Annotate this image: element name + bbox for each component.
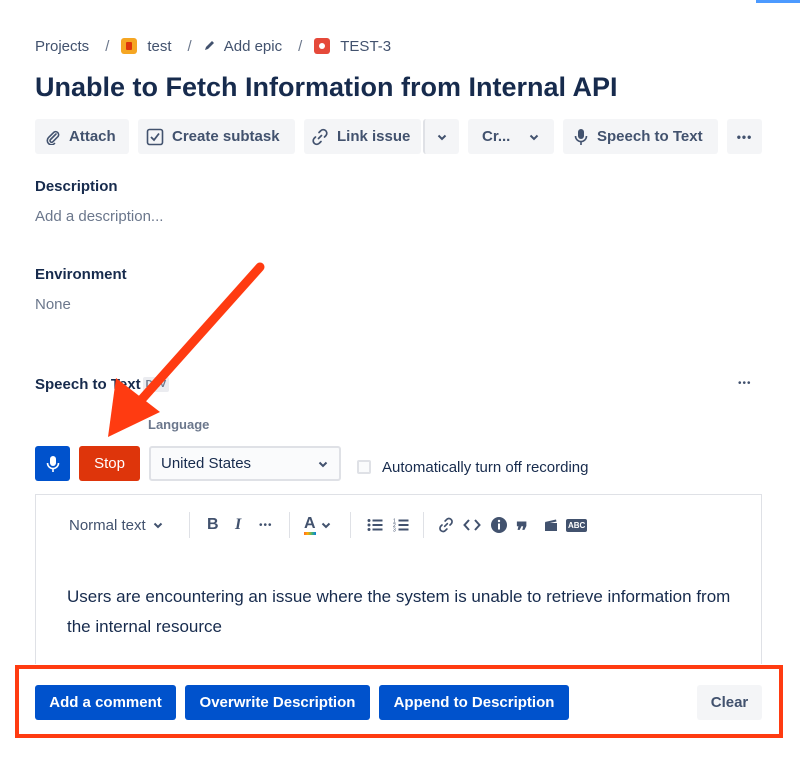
- record-button[interactable]: [35, 446, 70, 481]
- breadcrumb-project-label: test: [147, 37, 172, 55]
- more-formatting-button[interactable]: •••: [259, 515, 273, 535]
- toolbar-divider: [289, 512, 290, 538]
- annotation-arrow: [108, 262, 265, 437]
- window-corner-accent: [756, 0, 800, 3]
- bullet-list-icon: [367, 519, 383, 531]
- toolbar-divider: [423, 512, 424, 538]
- speech-to-text-label: Speech to Text: [597, 128, 703, 145]
- text-color-button[interactable]: A: [304, 515, 332, 535]
- issue-title[interactable]: Unable to Fetch Information from Interna…: [35, 72, 618, 103]
- append-description-button[interactable]: Append to Description: [379, 685, 569, 720]
- toolbar-divider: [189, 512, 190, 538]
- text-style-dropdown[interactable]: Normal text: [69, 515, 164, 535]
- quote-button[interactable]: ❞: [516, 515, 528, 543]
- add-comment-button[interactable]: Add a comment: [35, 685, 176, 720]
- more-actions-button[interactable]: •••: [727, 119, 762, 154]
- quote-icon: ❞: [516, 518, 528, 543]
- microphone-icon: [46, 455, 59, 472]
- spellcheck-button[interactable]: ABC: [566, 515, 588, 535]
- microphone-icon: [574, 128, 588, 145]
- breadcrumb-project[interactable]: test: [121, 37, 172, 55]
- link-icon: [312, 128, 328, 145]
- breadcrumb-projects[interactable]: Projects: [35, 38, 89, 55]
- project-icon: [121, 38, 138, 54]
- breadcrumb-issue[interactable]: TEST-3: [314, 38, 391, 55]
- abc-icon: ABC: [566, 518, 588, 532]
- environment-value[interactable]: None: [35, 296, 71, 313]
- bullet-list-button[interactable]: [367, 515, 383, 535]
- italic-button[interactable]: I: [235, 515, 241, 535]
- code-icon: [463, 519, 481, 531]
- more-icon: •••: [736, 129, 753, 144]
- create-subtask-button[interactable]: Create subtask: [138, 119, 295, 154]
- breadcrumb-separator: /: [187, 37, 192, 55]
- bug-icon: [314, 38, 331, 54]
- code-button[interactable]: [463, 515, 481, 535]
- breadcrumb-separator: /: [105, 37, 110, 55]
- breadcrumb-add-epic-label: Add epic: [223, 37, 283, 55]
- breadcrumb: Projects / test / Add epic / TEST-3: [35, 34, 391, 58]
- info-icon: [491, 517, 507, 533]
- insert-action-button[interactable]: [544, 515, 558, 535]
- chevron-down-icon: [153, 522, 162, 529]
- editor-content[interactable]: Users are encountering an issue where th…: [67, 582, 747, 642]
- create-dropdown-button[interactable]: Cr...: [468, 119, 554, 154]
- insert-link-button[interactable]: [438, 515, 454, 535]
- chevron-down-icon: [321, 522, 330, 529]
- description-placeholder[interactable]: Add a description...: [35, 208, 163, 225]
- breadcrumb-add-epic[interactable]: Add epic: [204, 38, 282, 55]
- clapperboard-icon: [545, 519, 557, 531]
- svg-text:3: 3: [393, 528, 396, 533]
- text-style-label: Normal text: [69, 516, 146, 534]
- link-icon: [439, 517, 453, 533]
- chevron-down-icon: [318, 461, 328, 467]
- link-issue-label: Link issue: [337, 128, 411, 145]
- pencil-icon: [204, 39, 216, 54]
- link-issue-dropdown[interactable]: [423, 119, 459, 154]
- toolbar-divider: [350, 512, 351, 538]
- auto-off-label: Automatically turn off recording: [382, 459, 589, 476]
- text-color-icon: A: [304, 515, 316, 535]
- speech-to-text-button[interactable]: Speech to Text: [563, 119, 718, 154]
- attach-label: Attach: [69, 128, 116, 145]
- paperclip-icon: [46, 130, 60, 145]
- description-label: Description: [35, 178, 118, 195]
- numbered-list-button[interactable]: 123: [393, 515, 409, 535]
- chevron-down-icon: [529, 134, 539, 140]
- info-panel-button[interactable]: [490, 515, 508, 535]
- bold-button[interactable]: B: [207, 515, 219, 535]
- overwrite-description-button[interactable]: Overwrite Description: [185, 685, 370, 720]
- link-issue-button[interactable]: Link issue: [304, 119, 421, 154]
- subtask-icon: [146, 128, 164, 145]
- create-dropdown-label: Cr...: [482, 128, 511, 145]
- clear-button[interactable]: Clear: [697, 685, 762, 720]
- numbered-list-icon: 123: [393, 519, 409, 533]
- speech-panel-more-button[interactable]: •••: [738, 378, 752, 389]
- breadcrumb-issue-key: TEST-3: [340, 37, 392, 55]
- create-subtask-label: Create subtask: [172, 128, 280, 145]
- chevron-down-icon: [437, 134, 447, 140]
- auto-off-checkbox[interactable]: [357, 460, 371, 474]
- breadcrumb-separator: /: [298, 37, 303, 55]
- attach-button[interactable]: Attach: [35, 119, 129, 154]
